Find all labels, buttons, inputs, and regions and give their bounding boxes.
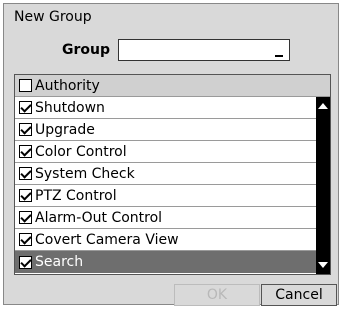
checkbox-covert-camera-view[interactable] <box>19 233 32 246</box>
checkbox-shutdown[interactable] <box>19 101 32 114</box>
list-item-shutdown[interactable]: Shutdown <box>15 97 316 119</box>
checkbox-ptz-control[interactable] <box>19 189 32 202</box>
dialog-title: New Group <box>14 9 92 25</box>
group-name-input[interactable] <box>118 39 290 61</box>
list-scrollbar[interactable] <box>316 97 330 274</box>
list-item-upgrade[interactable]: Upgrade <box>15 119 316 141</box>
text-cursor <box>275 55 283 57</box>
new-group-dialog: New Group Group Authority Shutdown Upgra… <box>3 3 339 306</box>
list-item-label: PTZ Control <box>35 187 117 204</box>
authority-checkbox[interactable] <box>19 79 32 92</box>
list-item-label: System Check <box>35 165 135 182</box>
list-item-system-check[interactable]: System Check <box>15 163 316 185</box>
list-item-label: Color Control <box>35 143 127 160</box>
group-label: Group <box>62 42 111 58</box>
list-item-label: Alarm-Out Control <box>35 209 163 226</box>
checkbox-system-check[interactable] <box>19 167 32 180</box>
list-item-label: Covert Camera View <box>35 231 179 248</box>
cancel-button[interactable]: Cancel <box>261 284 337 306</box>
checkbox-alarm-out-control[interactable] <box>19 211 32 224</box>
list-item-label: Search <box>35 254 84 270</box>
list-item-covert-camera-view[interactable]: Covert Camera View <box>15 229 316 251</box>
list-item-search[interactable]: Search <box>15 251 316 273</box>
list-item-alarm-out-control[interactable]: Alarm-Out Control <box>15 207 316 229</box>
checkbox-color-control[interactable] <box>19 145 32 158</box>
ok-button[interactable]: OK <box>174 284 260 306</box>
scroll-down-arrow-icon[interactable] <box>318 262 328 268</box>
scroll-up-arrow-icon[interactable] <box>318 103 328 109</box>
list-item-color-control[interactable]: Color Control <box>15 141 316 163</box>
list-item-ptz-control[interactable]: PTZ Control <box>15 185 316 207</box>
authority-list: Authority Shutdown Upgrade Color Control… <box>14 74 331 275</box>
list-item-label: Upgrade <box>35 121 95 138</box>
list-item-label: Shutdown <box>35 99 105 116</box>
checkbox-upgrade[interactable] <box>19 123 32 136</box>
checkbox-search[interactable] <box>19 255 32 269</box>
authority-header[interactable]: Authority <box>15 75 330 97</box>
authority-header-label: Authority <box>35 77 100 94</box>
